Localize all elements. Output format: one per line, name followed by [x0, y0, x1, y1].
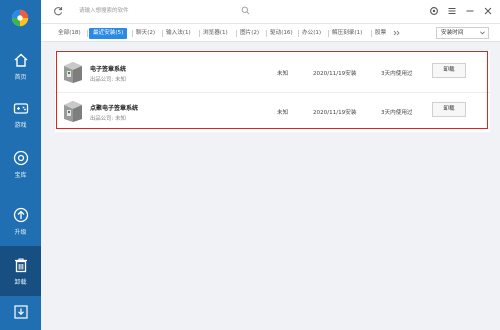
gamepad-icon: [13, 102, 28, 114]
settings-icon[interactable]: [429, 6, 439, 16]
chevron-right-icon[interactable]: [392, 30, 402, 36]
app-logo-icon: [11, 9, 29, 27]
minimize-icon[interactable]: [465, 6, 475, 16]
search-input[interactable]: [79, 5, 239, 17]
close-icon[interactable]: [483, 6, 493, 16]
tab-input-method[interactable]: 输入法(1): [166, 28, 191, 39]
tab-divider: [199, 30, 200, 37]
highlight-box: [56, 51, 488, 129]
treasure-icon: [13, 150, 28, 165]
sidebar: 首页 游戏 宝库 升级 卸载: [0, 0, 41, 330]
search-icon[interactable]: [241, 6, 250, 15]
menu-icon[interactable]: [447, 6, 457, 16]
tab-stocks[interactable]: 股票: [375, 28, 386, 39]
home-icon: [14, 53, 27, 67]
sidebar-item-uninstall[interactable]: 卸载: [0, 246, 41, 296]
sidebar-item-label: 升级: [14, 228, 27, 236]
tab-divider: [298, 30, 299, 37]
tab-images[interactable]: 图片(2): [240, 28, 259, 39]
tab-divider: [266, 30, 267, 37]
tab-divider: [132, 30, 133, 37]
uninstall-icon: [14, 257, 27, 272]
sidebar-item-upgrade[interactable]: 升级: [0, 197, 41, 245]
sidebar-item-label: 宝库: [14, 171, 27, 179]
tab-browser[interactable]: 浏览器(1): [203, 28, 228, 39]
tab-divider: [162, 30, 163, 37]
tab-drivers[interactable]: 驱动(16): [270, 28, 293, 39]
sidebar-item-games[interactable]: 游戏: [0, 90, 41, 138]
sidebar-item-treasure[interactable]: 宝库: [0, 140, 41, 188]
tab-chat[interactable]: 聊天(2): [136, 28, 155, 39]
sidebar-item-download[interactable]: [0, 298, 41, 330]
refresh-icon[interactable]: [53, 6, 63, 16]
tab-recent-installed[interactable]: 最近安装(5): [89, 28, 128, 39]
category-tabs: 全部(18) 最近安装(5) 聊天(2) 输入法(1) 浏览器(1) 图片(2)…: [41, 24, 500, 42]
upgrade-icon: [13, 207, 28, 222]
sort-select-label: 安装时间: [441, 30, 464, 36]
sidebar-item-label: 游戏: [14, 121, 27, 129]
sort-select[interactable]: 安装时间: [436, 27, 489, 39]
tab-divider: [236, 30, 237, 37]
tab-office[interactable]: 办公(1): [302, 28, 321, 39]
sidebar-item-label: 卸载: [14, 278, 27, 286]
tab-all[interactable]: 全部(18): [58, 28, 81, 39]
top-bar: [41, 0, 500, 24]
tab-archive-burning[interactable]: 解压刻录(1): [332, 28, 362, 39]
sidebar-item-label: 首页: [14, 73, 27, 81]
download-icon: [13, 305, 28, 319]
sidebar-item-home[interactable]: 首页: [0, 42, 41, 90]
tab-divider: [371, 30, 372, 37]
tab-divider: [328, 30, 329, 37]
chevron-down-icon: [480, 31, 485, 35]
tab-divider: [87, 30, 88, 37]
